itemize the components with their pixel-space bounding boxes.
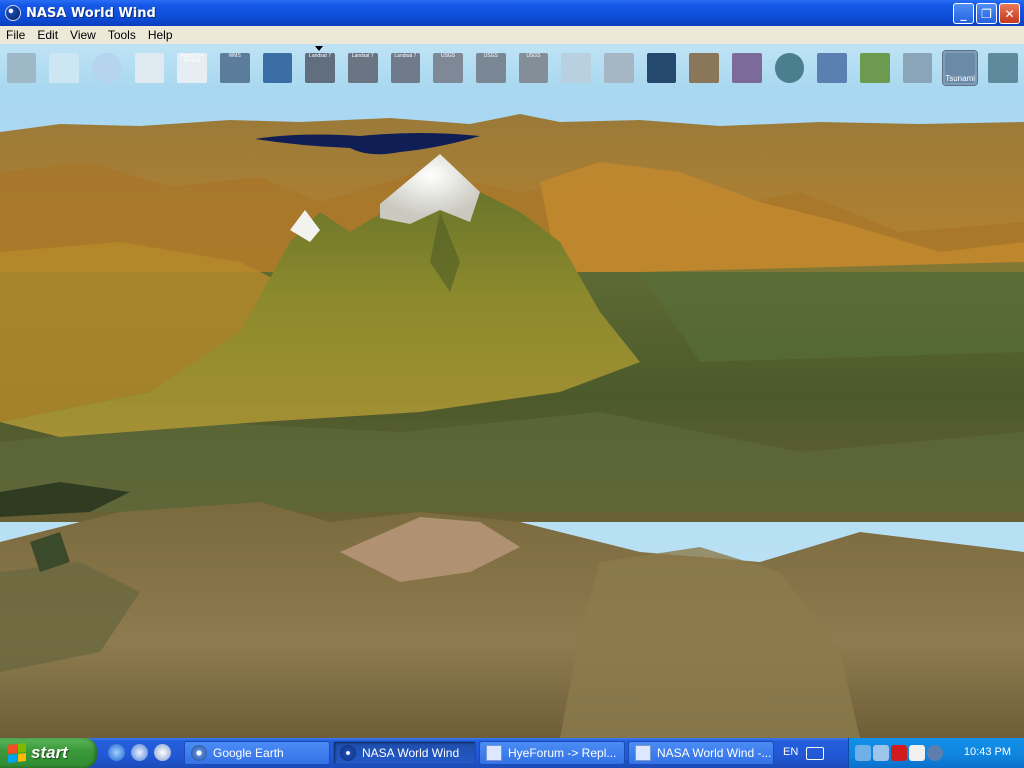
- imagery-button[interactable]: [687, 51, 721, 85]
- network-icon[interactable]: [855, 745, 871, 761]
- globe-3d-view[interactable]: [0, 92, 1024, 738]
- usgs-button-3[interactable]: USGS: [517, 51, 551, 85]
- wms-browser-button[interactable]: WMS: [218, 51, 252, 85]
- magnifier-icon: [134, 53, 165, 83]
- city-button[interactable]: [901, 51, 935, 85]
- magnifier-button[interactable]: [133, 51, 167, 85]
- layer-toolbar: Rapid Fire MODIS WMS Landsat 7 Landsat 7 Lan…: [0, 44, 1024, 92]
- placenames-button[interactable]: [645, 51, 679, 85]
- globe-button[interactable]: [90, 51, 124, 85]
- map-button-1[interactable]: [559, 51, 593, 85]
- terrain-icon: [859, 53, 890, 83]
- menu-bar: File Edit View Tools Help: [0, 26, 1024, 44]
- landmarks-button[interactable]: [773, 51, 807, 85]
- menu-view[interactable]: View: [64, 28, 102, 42]
- usa-map-button[interactable]: [815, 51, 849, 85]
- toolbar-button-label: USGS: [440, 53, 456, 59]
- plugin-button[interactable]: [986, 51, 1020, 85]
- security-icon[interactable]: [909, 745, 925, 761]
- imagery-icon: [689, 53, 719, 83]
- landmarks-icon: [774, 53, 805, 83]
- menu-file[interactable]: File: [0, 28, 31, 42]
- city-icon: [902, 53, 933, 83]
- clock[interactable]: 10:43 PM: [964, 746, 1011, 758]
- media-player-icon[interactable]: [154, 744, 171, 761]
- toolbar-button-label: Landsat 7: [309, 53, 332, 59]
- task-nasa-world-wind[interactable]: NASA World Wind: [333, 741, 476, 765]
- maximize-button[interactable]: ❐: [976, 3, 997, 24]
- toolbar-button-label: USGS: [483, 53, 498, 59]
- terrain-render: [0, 92, 1024, 738]
- task-label: NASA World Wind: [362, 746, 460, 760]
- placenames-icon: [646, 53, 677, 83]
- toolbar-button-label: USGS: [526, 53, 541, 59]
- task-google-earth[interactable]: Google Earth: [184, 741, 330, 765]
- network-connection-icon[interactable]: [873, 745, 889, 761]
- update-icon[interactable]: [927, 745, 943, 761]
- keyboard-icon[interactable]: [806, 747, 824, 760]
- terrain-button[interactable]: [858, 51, 892, 85]
- browser-page-icon: [486, 745, 502, 761]
- windows-flag-icon: [8, 743, 26, 763]
- tsunami-button[interactable]: Tsunami: [942, 50, 978, 86]
- map-icon-2: [603, 53, 634, 83]
- flags-button[interactable]: [730, 51, 764, 85]
- rapid-fire-modis-button[interactable]: Rapid Fire MODIS: [175, 51, 209, 85]
- grid-icon: [49, 53, 79, 83]
- task-nasa-world-wind-browser[interactable]: NASA World Wind -...: [628, 741, 774, 765]
- toolbar-button-label: Landsat 7: [394, 53, 417, 59]
- toolbar-button-label: Tsunami: [945, 74, 976, 83]
- grid-button[interactable]: [47, 51, 81, 85]
- scientific-visualization-button[interactable]: [261, 51, 295, 85]
- close-icon: ✕: [1004, 6, 1015, 21]
- task-label: NASA World Wind -...: [657, 746, 772, 760]
- landsat-button-3[interactable]: Landsat 7: [389, 51, 423, 85]
- start-button[interactable]: start: [0, 738, 97, 768]
- world-wind-icon: [340, 745, 356, 761]
- toolbar-indicator-arrow-icon: [315, 46, 323, 51]
- landsat-button-2[interactable]: Landsat 7: [346, 51, 380, 85]
- landsat-button-1[interactable]: Landsat 7: [303, 51, 337, 85]
- title-bar: NASA World Wind _ ❐ ✕: [0, 0, 1024, 26]
- start-label: start: [31, 743, 68, 762]
- system-tray: 10:43 PM: [848, 738, 1024, 768]
- minimize-icon: _: [960, 6, 967, 21]
- language-indicator[interactable]: EN: [783, 746, 798, 758]
- flags-icon: [731, 53, 762, 83]
- plugin-icon: [987, 53, 1018, 83]
- scientific-visualization-icon: [262, 53, 293, 83]
- toolbar-button-label: WMS: [228, 53, 241, 59]
- layers-button[interactable]: [5, 51, 39, 85]
- ati-icon[interactable]: [891, 745, 907, 761]
- map-button-2[interactable]: [602, 51, 636, 85]
- task-hyeforum[interactable]: HyeForum -> Repl...: [479, 741, 625, 765]
- toolbar-button-label: Landsat 7: [351, 53, 374, 59]
- menu-edit[interactable]: Edit: [31, 28, 64, 42]
- window-title: NASA World Wind: [26, 5, 156, 21]
- map-icon-1: [561, 53, 591, 83]
- toolbar-button-label: Rapid Fire MODIS: [180, 53, 204, 64]
- window-controls: _ ❐ ✕: [953, 3, 1020, 24]
- internet-explorer-icon[interactable]: [108, 744, 125, 761]
- usgs-button-1[interactable]: USGS: [431, 51, 465, 85]
- task-label: Google Earth: [213, 746, 284, 760]
- show-desktop-icon[interactable]: [131, 744, 148, 761]
- google-earth-icon: [191, 745, 207, 761]
- menu-help[interactable]: Help: [142, 28, 179, 42]
- layers-icon: [6, 53, 37, 83]
- world-wind-app-icon[interactable]: [5, 5, 21, 21]
- usgs-button-2[interactable]: USGS: [474, 51, 508, 85]
- restore-icon: ❐: [981, 6, 992, 21]
- globe-icon: [91, 53, 122, 83]
- windows-taskbar: start Google Earth NASA World Wind HyeFo…: [0, 738, 1024, 768]
- menu-tools[interactable]: Tools: [102, 28, 142, 42]
- task-label: HyeForum -> Repl...: [508, 746, 617, 760]
- close-button[interactable]: ✕: [999, 3, 1020, 24]
- minimize-button[interactable]: _: [953, 3, 974, 24]
- usa-map-icon: [817, 53, 847, 83]
- browser-page-icon: [635, 745, 651, 761]
